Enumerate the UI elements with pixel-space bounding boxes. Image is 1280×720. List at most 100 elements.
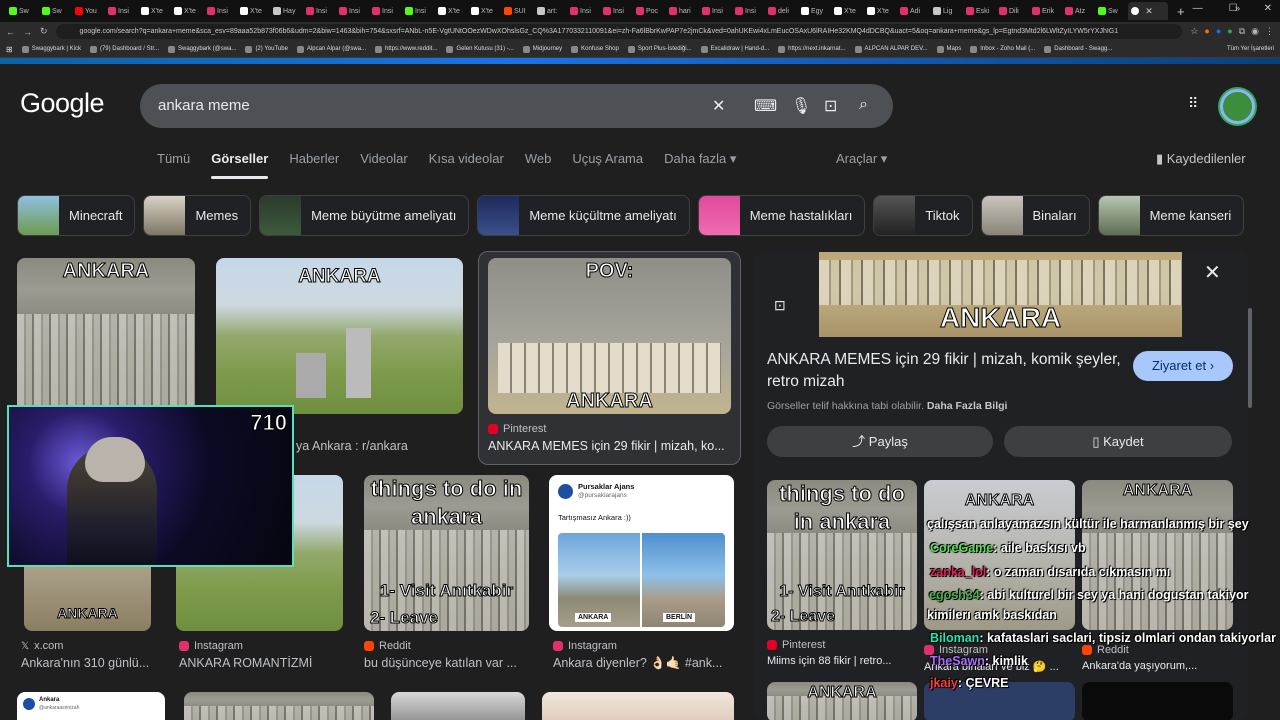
extension-icon[interactable]: ●: [1204, 26, 1209, 37]
puzzle-icon[interactable]: ⧉: [1239, 26, 1245, 37]
result-image[interactable]: [542, 692, 734, 720]
related-image[interactable]: things to do in ankara 1- Visit Anıtkabi…: [767, 480, 917, 630]
tools-menu[interactable]: Araçlar ▾: [836, 151, 887, 167]
menu-icon[interactable]: ⋮: [1265, 26, 1274, 37]
related-title[interactable]: Miims için 88 fikir | retro...: [767, 655, 917, 667]
browser-tab[interactable]: Insi: [303, 2, 335, 20]
browser-tab[interactable]: Insi: [336, 2, 368, 20]
result-title[interactable]: ANKARA MEMES için 29 fikir | mizah, ko..…: [488, 439, 733, 453]
related-image[interactable]: ANKARA: [1082, 480, 1233, 630]
browser-tab[interactable]: Dili: [996, 2, 1028, 20]
active-tab[interactable]: ✕: [1128, 2, 1168, 20]
bookmark-item[interactable]: Alpcan Alpar (@swa...: [296, 45, 366, 53]
bookmark-item[interactable]: Sport Plus-İstediği...: [627, 45, 692, 53]
browser-tab[interactable]: X'te: [831, 2, 863, 20]
bookmarks-more[interactable]: »: [1235, 0, 1240, 17]
microphone-icon[interactable]: 🎙: [791, 96, 811, 116]
refinement-chip[interactable]: Tiktok: [873, 195, 973, 236]
bookmark-item[interactable]: (79) Dashboard / Str...: [89, 45, 159, 53]
apps-icon[interactable]: ⊞: [6, 45, 13, 54]
browser-tab[interactable]: X'te: [435, 2, 467, 20]
bookmark-item[interactable]: ALPCAN ALPAR DEV...: [854, 45, 928, 53]
browser-tab[interactable]: Insi: [600, 2, 632, 20]
result-image[interactable]: POV: ANKARA: [488, 258, 731, 414]
address-bar[interactable]: google.com/search?q=ankara+meme&sca_esv=…: [55, 24, 1183, 39]
result-image[interactable]: [184, 692, 374, 720]
nav-tab[interactable]: Görseller: [211, 151, 269, 179]
result-title[interactable]: Ankara'nın 310 günlü...: [21, 656, 157, 670]
browser-tab[interactable]: You: [72, 2, 104, 20]
extension-icon[interactable]: ●: [1227, 26, 1232, 37]
browser-tab[interactable]: SUI: [501, 2, 533, 20]
all-bookmarks[interactable]: Tüm Yer İşaretleri: [1227, 41, 1274, 58]
refinement-chip[interactable]: Meme hastalıkları: [697, 195, 866, 236]
close-icon[interactable]: ✕: [1204, 260, 1221, 285]
browser-tab[interactable]: Insi: [105, 2, 137, 20]
browser-tab[interactable]: Insi: [567, 2, 599, 20]
search-input[interactable]: ankara meme: [158, 97, 250, 114]
browser-tab[interactable]: Lig: [930, 2, 962, 20]
search-icon[interactable]: ⌕: [859, 96, 868, 114]
refinement-chip[interactable]: Meme büyütme ameliyatı: [259, 195, 470, 236]
related-title[interactable]: Ankara'da yaşıyorum,...: [1082, 660, 1232, 672]
browser-tab[interactable]: hari: [666, 2, 698, 20]
search-box[interactable]: ankara meme ✕ ⌨ 🎙 ⊡ ⌕: [140, 84, 893, 128]
browser-tab[interactable]: deli: [765, 2, 797, 20]
bookmark-item[interactable]: Gelen Kutusu (31) -...: [446, 45, 514, 53]
browser-tab[interactable]: Atz: [1062, 2, 1094, 20]
back-icon[interactable]: ←: [6, 27, 15, 37]
visit-button[interactable]: Ziyaret et ›: [1133, 351, 1233, 381]
tweet-card[interactable]: Pursaklar Ajans @pursaklarajans Tartışma…: [549, 475, 734, 631]
preview-image[interactable]: ANKARA: [819, 252, 1182, 337]
avatar[interactable]: [1220, 89, 1255, 124]
result-image[interactable]: ANKARA: [17, 258, 195, 418]
nav-tab[interactable]: Videolar: [360, 151, 407, 167]
browser-tab[interactable]: X'te: [468, 2, 500, 20]
browser-tab[interactable]: Poc: [633, 2, 665, 20]
panel-scrollbar[interactable]: [1248, 308, 1252, 408]
bookmark-item[interactable]: Midjourney: [522, 45, 562, 53]
share-button[interactable]: ⤴ Paylaş: [767, 426, 993, 457]
result-title[interactable]: ya Ankara : r/ankara: [296, 439, 466, 453]
lens-icon[interactable]: ⊡: [774, 297, 786, 314]
nav-tab[interactable]: Uçuş Arama: [572, 151, 643, 167]
close-window-icon[interactable]: ✕: [1264, 3, 1272, 14]
close-tab-icon[interactable]: ✕: [1143, 6, 1155, 17]
bookmark-item[interactable]: https://next.inkarnat...: [778, 45, 846, 53]
bookmark-item[interactable]: Swaggybark | Kick: [21, 45, 81, 53]
browser-tab[interactable]: Egy: [798, 2, 830, 20]
save-button[interactable]: ▯ Kaydet: [1004, 426, 1232, 457]
browser-tab[interactable]: Eski: [963, 2, 995, 20]
browser-tab[interactable]: X'te: [237, 2, 269, 20]
new-tab-icon[interactable]: +: [1177, 4, 1185, 19]
result-title[interactable]: Ankara diyenler? 👌🏻🤙🏻 #ank...: [553, 656, 733, 671]
keyboard-icon[interactable]: ⌨: [754, 96, 777, 116]
refinement-chip[interactable]: Minecraft: [17, 195, 136, 236]
learn-more-link[interactable]: Daha Fazla Bilgi: [927, 400, 1008, 412]
refinement-chip[interactable]: Binaları: [980, 195, 1090, 236]
bookmark-item[interactable]: Dashboard - Swagg...: [1044, 45, 1112, 53]
nav-tab[interactable]: Daha fazla ▾: [664, 151, 736, 167]
browser-tab[interactable]: Hay: [270, 2, 302, 20]
result-title[interactable]: ANKARA ROMANTİZMİ: [179, 656, 344, 670]
browser-tab[interactable]: Insi: [402, 2, 434, 20]
reload-icon[interactable]: ↻: [40, 26, 48, 37]
browser-tab[interactable]: X'te: [138, 2, 170, 20]
result-title[interactable]: bu düşünceye katılan var ...: [364, 656, 529, 670]
preview-title[interactable]: ANKARA MEMES için 29 fikir | mizah, komi…: [767, 349, 1127, 393]
browser-tab[interactable]: Insi: [732, 2, 764, 20]
result-image[interactable]: [391, 692, 525, 720]
result-image[interactable]: things to do in ankara 1- Visit Anıtkabi…: [364, 475, 529, 631]
related-image[interactable]: ANKARA: [767, 682, 917, 720]
nav-tab[interactable]: Kısa videolar: [429, 151, 504, 167]
result-image[interactable]: Ankara @ankaraasrinizah: [17, 692, 165, 720]
bookmark-item[interactable]: (2) YouTube: [245, 45, 288, 53]
forward-icon[interactable]: →: [23, 27, 32, 37]
profile-icon[interactable]: ◉: [1251, 26, 1259, 37]
nav-tab[interactable]: Web: [525, 151, 552, 167]
browser-tab[interactable]: X'te: [171, 2, 203, 20]
extension-icon[interactable]: ●: [1216, 26, 1221, 37]
nav-tab[interactable]: Tümü: [157, 151, 190, 167]
browser-tab[interactable]: Sw: [39, 2, 71, 20]
clear-icon[interactable]: ✕: [712, 96, 725, 116]
